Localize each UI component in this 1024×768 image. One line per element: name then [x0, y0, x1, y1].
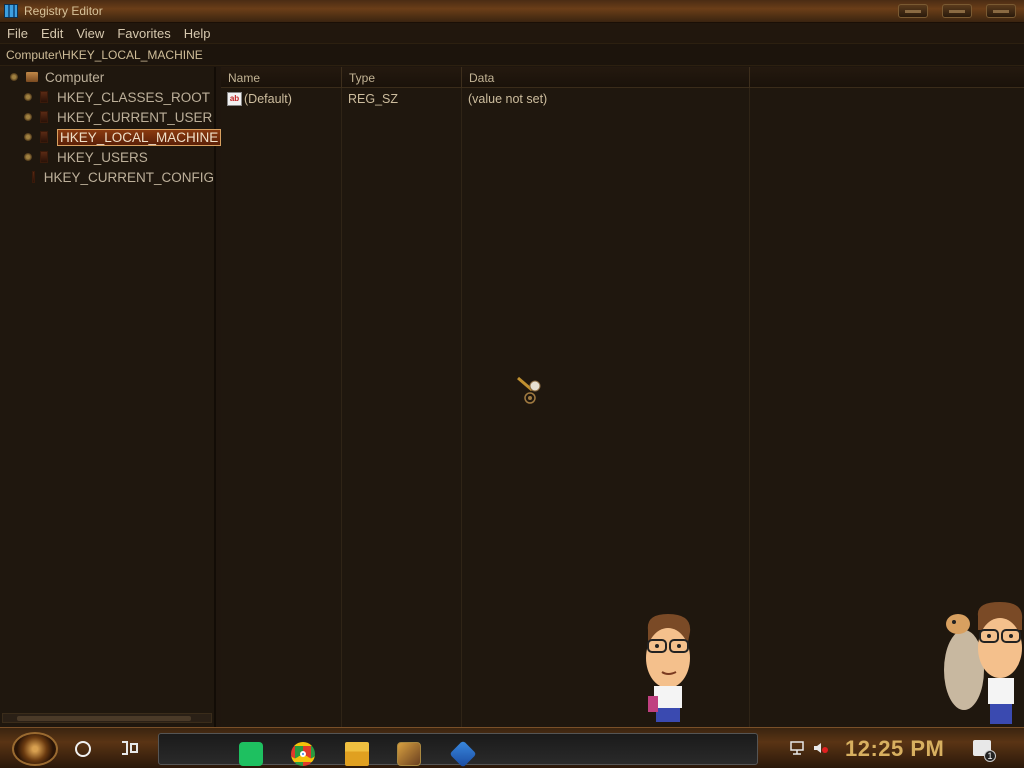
folder-icon: [40, 91, 48, 103]
close-button[interactable]: [986, 4, 1016, 18]
value-type: REG_SZ: [348, 92, 399, 106]
expander-icon[interactable]: [10, 73, 18, 81]
tree-item-label: HKEY_USERS: [57, 149, 148, 165]
expander-icon[interactable]: [24, 113, 32, 121]
address-bar[interactable]: Computer\HKEY_LOCAL_MACHINE: [0, 43, 1024, 66]
menu-file[interactable]: File: [7, 26, 28, 41]
menu-view[interactable]: View: [76, 26, 104, 41]
column-divider: [341, 88, 342, 727]
expander-icon[interactable]: [24, 93, 32, 101]
window-title: Registry Editor: [24, 4, 103, 18]
list-header: Name Type Data: [221, 67, 1024, 88]
column-divider: [461, 88, 462, 727]
maximize-button[interactable]: [942, 4, 972, 18]
folder-icon: [40, 151, 48, 163]
column-header-type[interactable]: Type: [342, 67, 462, 88]
computer-icon: [26, 72, 38, 82]
column-header-name[interactable]: Name: [221, 67, 342, 88]
cartoon-character-with-hamster-icon: [944, 602, 1023, 724]
notification-count-badge: 1: [984, 750, 996, 762]
tree-pane: Computer HKEY_CLASSES_ROOT HKEY_CURRENT_…: [0, 67, 222, 727]
messaging-app-icon[interactable]: [239, 742, 263, 766]
start-button[interactable]: [12, 732, 58, 766]
network-icon[interactable]: [789, 741, 805, 755]
address-path[interactable]: Computer\HKEY_LOCAL_MACHINE: [6, 48, 203, 62]
window-controls: [898, 4, 1016, 18]
tree-item-hkey-users[interactable]: HKEY_USERS: [24, 148, 148, 166]
clock[interactable]: 12:25 PM: [845, 736, 944, 762]
string-value-icon: ab: [227, 92, 242, 106]
tree-item-label: Computer: [45, 69, 105, 85]
task-view-icon[interactable]: [122, 741, 138, 755]
cartoon-character-icon: [646, 614, 691, 722]
volume-muted-icon[interactable]: [813, 741, 829, 755]
tree-item-label: HKEY_CURRENT_CONFIG: [43, 169, 214, 185]
taskbar: 12:25 PM 1: [0, 727, 1024, 768]
folder-icon: [40, 111, 48, 123]
expander-icon[interactable]: [24, 153, 32, 161]
registry-editor-icon: [4, 4, 18, 18]
column-header-data[interactable]: Data: [462, 67, 750, 88]
game-app-icon[interactable]: [397, 742, 421, 766]
tree-item-hkey-local-machine[interactable]: HKEY_LOCAL_MACHINE: [24, 128, 222, 146]
menu-favorites[interactable]: Favorites: [117, 26, 170, 41]
menu-help[interactable]: Help: [184, 26, 211, 41]
menu-bar: File Edit View Favorites Help: [0, 23, 1024, 43]
title-bar: Registry Editor: [0, 0, 1024, 23]
column-divider: [749, 88, 750, 727]
tree-item-hkey-current-config[interactable]: HKEY_CURRENT_CONFIG: [24, 168, 214, 186]
tree-item-label: HKEY_CLASSES_ROOT: [57, 89, 211, 105]
scrollbar-thumb[interactable]: [17, 716, 191, 721]
minimize-button[interactable]: [898, 4, 928, 18]
folder-icon: [40, 131, 48, 143]
tree-item-label: HKEY_LOCAL_MACHINE: [57, 128, 222, 146]
tree-horizontal-scrollbar[interactable]: [2, 713, 212, 723]
cube-app-icon[interactable]: [449, 740, 477, 768]
value-name: (Default): [244, 92, 292, 106]
tree-item-hkey-classes-root[interactable]: HKEY_CLASSES_ROOT: [24, 88, 210, 106]
folder-icon: [32, 171, 35, 183]
values-pane: Name Type Data ab (Default) REG_SZ (valu…: [221, 67, 1024, 727]
chrome-icon[interactable]: [291, 742, 315, 766]
tree-item-hkey-current-user[interactable]: HKEY_CURRENT_USER: [24, 108, 212, 126]
expander-icon[interactable]: [24, 133, 32, 141]
steampunk-cursor-icon: [517, 376, 541, 404]
file-explorer-icon[interactable]: [345, 742, 369, 766]
search-circle-icon[interactable]: [75, 741, 91, 757]
list-row[interactable]: ab (Default) REG_SZ (value not set): [221, 89, 1021, 111]
value-data: (value not set): [468, 92, 548, 106]
menu-edit[interactable]: Edit: [41, 26, 63, 41]
tree-item-computer[interactable]: Computer: [10, 68, 104, 86]
tree-item-label: HKEY_CURRENT_USER: [57, 109, 213, 125]
taskbar-apps-area: [158, 733, 758, 768]
